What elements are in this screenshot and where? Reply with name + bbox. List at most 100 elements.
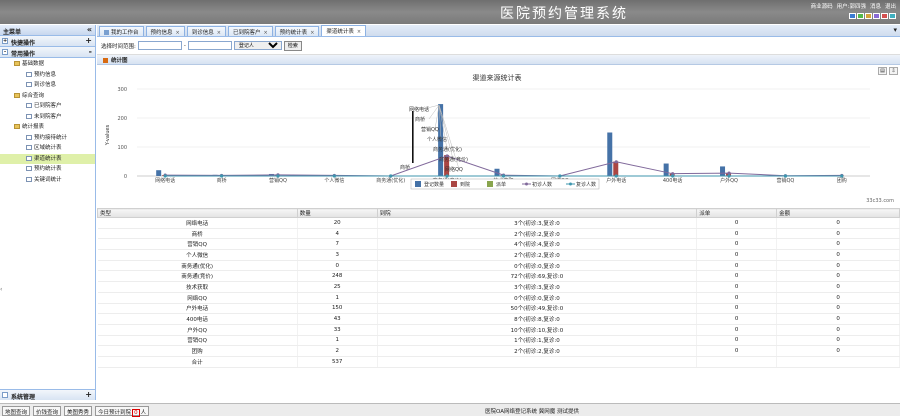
menu-item-label: 基础数据	[22, 61, 44, 67]
tab[interactable]: 已到院客户×	[228, 26, 273, 36]
status-bar: 医院OA网络登记系统 冀网魔 测试提供 地图查询价钱查询美图秀秀今日预计到院0人	[0, 403, 900, 416]
table-cell: 0	[777, 282, 900, 293]
point	[389, 174, 392, 177]
menu-item[interactable]: 预约统计表	[0, 164, 95, 175]
menu-item[interactable]: 未到院客户	[0, 112, 95, 123]
table-cell: 3	[297, 250, 377, 261]
plus-icon[interactable]: +	[85, 36, 92, 45]
table-cell: 7	[297, 239, 377, 250]
close-icon[interactable]: ×	[310, 30, 314, 36]
theme-swatch[interactable]	[873, 13, 880, 19]
header-link[interactable]: 退出	[885, 2, 896, 10]
callout-label: 商务通(竞价)	[439, 156, 468, 163]
close-icon[interactable]: ×	[176, 30, 180, 36]
chart-container: 渠道来源统计表Y-values0100200300网络电话商桥营销QQ个人微信商…	[97, 65, 900, 205]
theme-swatch[interactable]	[865, 13, 872, 19]
menu-item[interactable]: 关键词统计	[0, 175, 95, 186]
minus-icon[interactable]: -	[89, 47, 92, 56]
menu-item[interactable]: 渠道统计表	[0, 154, 95, 165]
menu-item[interactable]: 区域统计表	[0, 143, 95, 154]
chart-credit: 33c33.com	[866, 198, 894, 204]
end-date-input[interactable]	[188, 41, 232, 50]
tab[interactable]: 到诊信息×	[187, 26, 226, 36]
print-icon[interactable]: ▤	[878, 67, 887, 75]
today-visits-button[interactable]: 今日预计到院0人	[95, 406, 149, 416]
point	[671, 174, 674, 177]
table-cell: 户外电话	[98, 303, 298, 314]
header-link[interactable]: 商业源码	[811, 2, 833, 10]
close-icon[interactable]: ×	[263, 30, 267, 36]
point	[558, 174, 561, 177]
page-icon	[26, 103, 32, 108]
tab[interactable]: 预约信息×	[146, 26, 185, 36]
tab[interactable]: 渠道统计表×	[321, 25, 366, 36]
page-icon	[26, 156, 32, 161]
menu-item[interactable]: 已到院客户	[0, 101, 95, 112]
table-cell: 2个(初诊:2,复诊:0	[377, 346, 697, 357]
table-cell: 0	[697, 346, 777, 357]
column-header[interactable]: 派单	[697, 209, 777, 218]
status-button[interactable]: 地图查询	[2, 406, 30, 416]
menu-item[interactable]: 预约信息	[0, 70, 95, 81]
column-header[interactable]: 数量	[297, 209, 377, 218]
search-button[interactable]: 检索	[284, 41, 302, 51]
collapse-tree-icon[interactable]: -	[2, 49, 8, 55]
table-cell: 0个(初诊:0,复诊:0	[377, 260, 697, 271]
callout-label: 网络QQ	[445, 166, 463, 173]
status-button[interactable]: 美图秀秀	[64, 406, 92, 416]
sidebar-group-quick[interactable]: + 快捷操作 +	[0, 36, 95, 47]
header-link[interactable]: 消息	[870, 2, 881, 10]
expand-icon[interactable]: +	[2, 38, 8, 44]
status-button[interactable]: 价钱查询	[33, 406, 61, 416]
theme-swatch[interactable]	[881, 13, 888, 19]
header-link[interactable]: 用户:郭四强	[837, 2, 866, 10]
column-header[interactable]: 类型	[98, 209, 298, 218]
table-cell: 0	[697, 228, 777, 239]
table-cell	[697, 356, 777, 367]
legend-marker	[569, 183, 572, 186]
close-icon[interactable]: ×	[357, 29, 361, 35]
menu-item[interactable]: 统计报表	[0, 122, 95, 133]
point	[164, 174, 167, 177]
menu-item[interactable]: 预约接待统计	[0, 133, 95, 144]
table-cell: 0	[777, 218, 900, 229]
registrar-select[interactable]: 登记人	[234, 41, 282, 50]
theme-swatch[interactable]	[857, 13, 864, 19]
download-icon[interactable]: ⇩	[889, 67, 898, 75]
theme-swatch[interactable]	[889, 13, 896, 19]
menu-item[interactable]: 综合查询	[0, 91, 95, 102]
tab[interactable]: 预约统计表×	[275, 26, 320, 36]
legend-swatch	[415, 181, 421, 187]
sidebar-group-system[interactable]: 系统管理 +	[0, 389, 95, 400]
sidebar-group-label: 常用操作	[11, 51, 35, 58]
point	[727, 174, 730, 177]
collapse-icon[interactable]: «	[87, 25, 92, 34]
y-tick-label: 200	[117, 116, 127, 122]
close-icon[interactable]: ×	[217, 30, 221, 36]
filter-bar: 选择时间范围: - 登记人 检索	[97, 37, 900, 55]
column-header[interactable]: 到院	[377, 209, 697, 218]
chevron-down-icon[interactable]: ▾	[893, 26, 897, 34]
table-cell: 0	[777, 239, 900, 250]
expand-icon[interactable]	[2, 392, 8, 398]
start-date-input[interactable]	[138, 41, 182, 50]
sidebar-group-common[interactable]: - 常用操作 -	[0, 47, 95, 58]
table-cell: 3个(初诊:3,复诊:0	[377, 282, 697, 293]
table-cell: 43	[297, 314, 377, 325]
theme-swatch[interactable]	[849, 13, 856, 19]
menu-item-label: 到诊信息	[34, 82, 56, 88]
table-cell: 0	[697, 271, 777, 282]
menu-item[interactable]: 基础数据	[0, 59, 95, 70]
splitter-arrow-icon[interactable]: ‹	[0, 286, 2, 293]
table-row: 营销QQ74个(初诊:4,复诊:000	[98, 239, 900, 250]
tab[interactable]: 我的工作台	[99, 26, 144, 36]
plus-icon[interactable]: +	[85, 390, 92, 399]
table-cell: 72个(初诊:69,复诊:0	[377, 271, 697, 282]
table-cell: 20	[297, 218, 377, 229]
column-header[interactable]: 金额	[777, 209, 900, 218]
menu-item[interactable]: 到诊信息	[0, 80, 95, 91]
stats-table: 类型数量到院派单金额 网络电话203个(初诊:3,复诊:000商桥42个(初诊:…	[97, 208, 900, 368]
table-cell: 网络电话	[98, 218, 298, 229]
table-cell: 0	[777, 303, 900, 314]
theme-swatches	[849, 13, 896, 19]
